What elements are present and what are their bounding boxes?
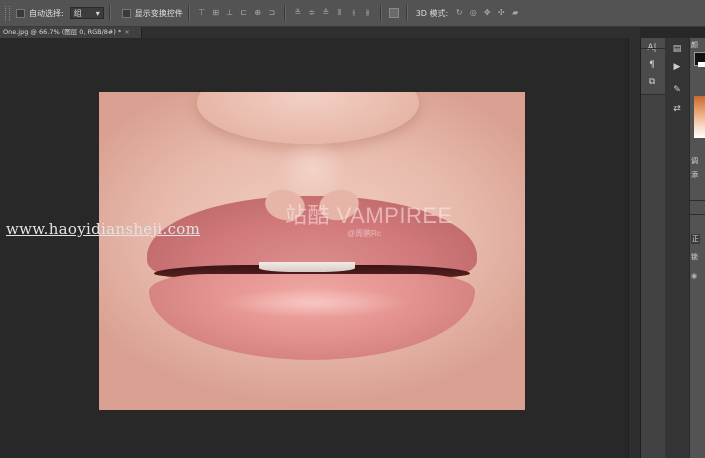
divider xyxy=(108,5,111,21)
distribute-hcenter-icon[interactable]: ⫲ xyxy=(349,8,359,18)
chevron-down-icon: ▾ xyxy=(95,8,100,18)
blend-mode-dropdown[interactable]: 正 xyxy=(691,234,700,244)
distribute-bottom-icon[interactable]: ≙ xyxy=(321,8,331,18)
document-tab-title: One.jpg @ 66.7% (图层 0, RGB/8#) * xyxy=(3,28,122,36)
align-top-icon[interactable]: ⊤ xyxy=(197,8,207,18)
lip-highlight xyxy=(219,288,409,318)
roll-3d-icon[interactable]: ◎ xyxy=(468,8,478,18)
close-icon[interactable]: × xyxy=(124,28,129,36)
distribute-vcenter-icon[interactable]: ≑ xyxy=(307,8,317,18)
show-transform-option[interactable]: 显示变换控件 xyxy=(121,8,183,19)
divider xyxy=(405,5,408,21)
adjustments-tab[interactable]: 调 xyxy=(691,156,698,166)
paragraph-icon[interactable]: ¶ xyxy=(645,59,659,71)
toolbar-grip[interactable] xyxy=(5,5,10,21)
auto-select-option[interactable]: 自动选择: xyxy=(16,8,64,19)
panel-dock-2: ▤ ▶ ✎ ⇄ xyxy=(665,38,689,458)
site-url-watermark: www.haoyidiansheji.com xyxy=(6,220,201,238)
drag-3d-icon[interactable]: ✥ xyxy=(482,8,492,18)
align-bottom-icon[interactable]: ⊥ xyxy=(225,8,235,18)
auto-select-value: 组 xyxy=(73,8,82,18)
divider xyxy=(379,5,382,21)
auto-select-checkbox[interactable] xyxy=(16,8,25,18)
align-right-icon[interactable]: ⊐ xyxy=(267,8,277,18)
lock-label: 锁 xyxy=(691,253,698,261)
panel-divider xyxy=(690,214,705,215)
panel-divider xyxy=(690,200,705,201)
slide-3d-icon[interactable]: ✣ xyxy=(496,8,506,18)
show-transform-checkbox[interactable] xyxy=(121,8,131,18)
align-vcenter-icon[interactable]: ⊞ xyxy=(211,8,221,18)
teeth xyxy=(259,262,355,272)
distribute-left-icon[interactable]: ⫴ xyxy=(335,8,345,18)
rotate-3d-icon[interactable]: ↻ xyxy=(454,8,464,18)
watermark-main: 站酷 VAMPIREE xyxy=(285,203,453,228)
play-actions-icon[interactable]: ▶ xyxy=(670,62,684,74)
divider xyxy=(283,5,286,21)
panel-dock-icons: A| ¶ ⧉ xyxy=(640,38,689,458)
distribute-top-icon[interactable]: ≚ xyxy=(293,8,303,18)
eye-icon[interactable]: ◉ xyxy=(691,272,697,280)
scale-3d-icon[interactable]: ▰ xyxy=(510,8,520,18)
right-panel: 颜 调 添 正 锁 ◉ xyxy=(689,38,705,458)
background-color-swatch[interactable] xyxy=(698,62,705,67)
color-spectrum[interactable] xyxy=(694,96,705,138)
dock-spacer xyxy=(641,48,665,49)
show-transform-label: 显示变换控件 xyxy=(134,8,183,18)
align-hcenter-icon[interactable]: ⊕ xyxy=(253,8,263,18)
history-icon[interactable]: ▤ xyxy=(670,44,684,56)
lips-photo[interactable]: 站酷 VAMPIREE @周鹏Rc xyxy=(99,92,525,410)
brush-presets-icon[interactable]: ✎ xyxy=(670,85,684,97)
color-panel-tab[interactable]: 颜 xyxy=(691,40,698,50)
auto-align-icon[interactable] xyxy=(388,8,399,18)
divider xyxy=(187,5,190,21)
distribute-right-icon[interactable]: ⫵ xyxy=(363,8,373,18)
dock-group-1: A| ¶ ⧉ xyxy=(641,38,665,95)
nose xyxy=(197,92,419,144)
document-tab[interactable]: One.jpg @ 66.7% (图层 0, RGB/8#) * × xyxy=(0,27,142,38)
lower-lip xyxy=(149,274,475,360)
options-bar: 自动选择: 组 ▾ 显示变换控件 ⊤ ⊞ ⊥ ⊏ ⊕ ⊐ ≚ ≑ ≙ ⫴ ⫲ ⫵… xyxy=(0,0,705,27)
auto-select-dropdown[interactable]: 组 ▾ xyxy=(69,7,104,19)
auto-select-label: 自动选择: xyxy=(29,8,64,18)
glyphs-icon[interactable]: ⧉ xyxy=(645,76,659,88)
tab-strip xyxy=(142,27,640,38)
tool-presets-icon[interactable]: ⇄ xyxy=(670,104,684,116)
watermark-sub: @周鹏Rc xyxy=(347,229,381,238)
align-left-icon[interactable]: ⊏ xyxy=(239,8,249,18)
add-adjustment-label: 添 xyxy=(691,171,698,179)
mode-3d-label: 3D 模式: xyxy=(415,8,449,18)
